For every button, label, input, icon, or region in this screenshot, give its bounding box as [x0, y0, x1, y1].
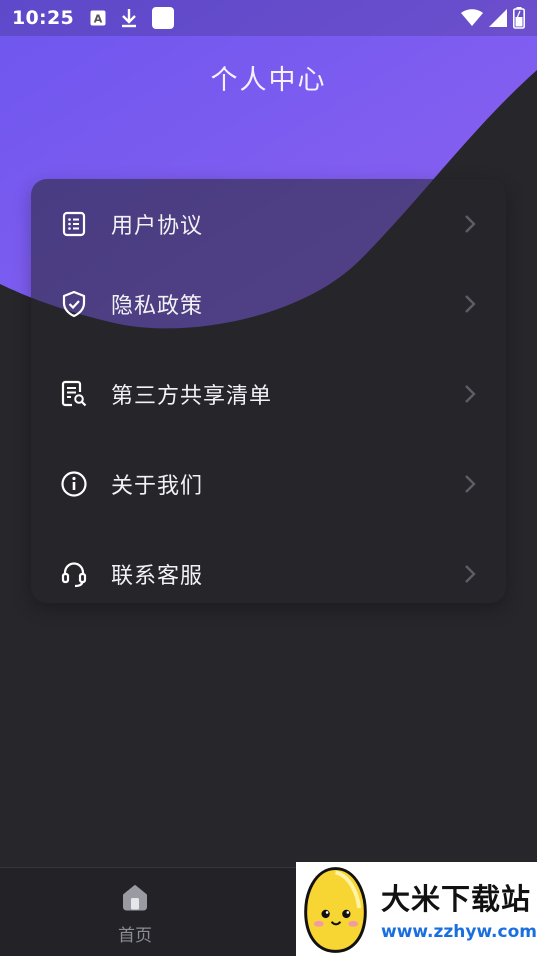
menu-item-label: 用户协议 — [111, 214, 204, 239]
menu-item-third-party-sharing[interactable]: 第三方共享清单 — [31, 349, 506, 439]
watermark-banner: 大米下载站 www.zzhyw.com — [296, 862, 537, 956]
nav-tab-home-label: 首页 — [118, 926, 152, 946]
menu-item-privacy-policy[interactable]: 隐私政策 — [31, 259, 506, 349]
headset-icon — [59, 559, 89, 589]
watermark-url: www.zzhyw.com — [380, 922, 537, 942]
menu-item-label: 隐私政策 — [111, 294, 204, 319]
chevron-right-icon — [464, 564, 478, 584]
cellular-signal-icon — [489, 9, 507, 27]
menu-item-label: 第三方共享清单 — [111, 384, 273, 409]
watermark-text: 大米下载站 www.zzhyw.com — [381, 876, 537, 942]
chevron-right-icon — [464, 384, 478, 404]
square-notification-icon — [151, 7, 174, 29]
battery-icon — [513, 7, 525, 29]
svg-text:A: A — [94, 13, 103, 26]
chevron-right-icon — [464, 214, 478, 234]
status-notification-icons: A — [90, 7, 174, 29]
nav-tab-home[interactable]: 首页 — [95, 882, 175, 948]
document-edit-icon — [59, 379, 89, 409]
status-system-icons — [461, 7, 525, 29]
status-bar: 10:25 A — [0, 0, 537, 36]
shield-check-icon — [59, 289, 89, 319]
chevron-right-icon — [464, 294, 478, 314]
menu-item-user-agreement[interactable]: 用户协议 — [31, 179, 506, 269]
download-icon — [120, 8, 138, 28]
status-time: 10:25 — [12, 7, 74, 29]
chevron-right-icon — [464, 474, 478, 494]
home-icon — [120, 882, 150, 912]
menu-item-contact-support[interactable]: 联系客服 — [31, 529, 506, 603]
wifi-icon — [461, 9, 483, 27]
menu-item-label: 关于我们 — [111, 474, 204, 499]
a-notification-icon: A — [90, 10, 106, 26]
menu-card: 用户协议 隐私政策 第三方共享清单 关于我们 联系客服 — [31, 179, 506, 603]
info-circle-icon — [59, 469, 89, 499]
watermark-name: 大米下载站 — [380, 882, 531, 916]
page-title: 个人中心 — [210, 65, 327, 96]
document-list-icon — [59, 209, 89, 239]
rice-mascot-logo — [304, 867, 367, 953]
menu-item-about-us[interactable]: 关于我们 — [31, 439, 506, 529]
menu-item-label: 联系客服 — [111, 564, 204, 589]
